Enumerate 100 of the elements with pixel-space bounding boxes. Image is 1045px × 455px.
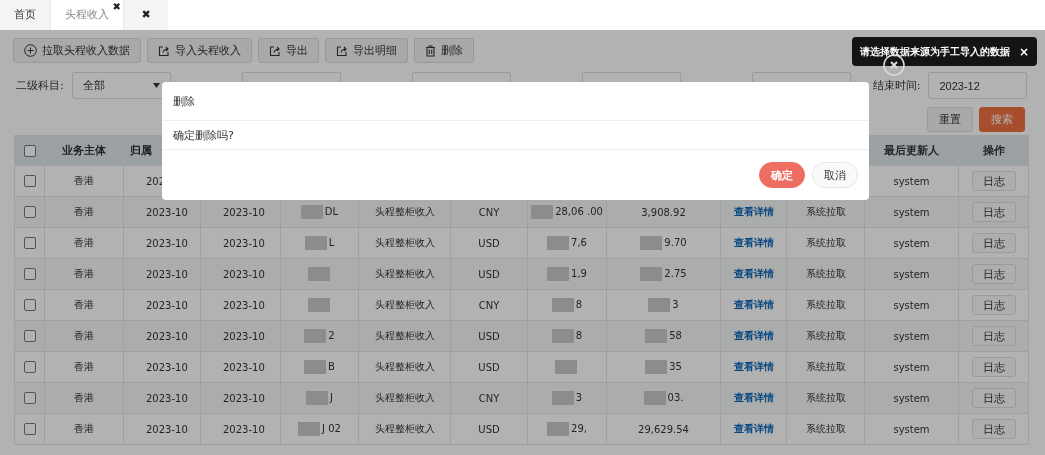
table-cell: 香港	[74, 268, 94, 279]
table-cell: 2023-10	[223, 361, 265, 373]
table-cell: 2023-10	[223, 423, 265, 435]
dialog-title: 删除	[162, 82, 869, 121]
table-cell: CNY	[478, 299, 500, 311]
close-icon[interactable]: ×	[1018, 44, 1029, 59]
checkbox[interactable]	[23, 237, 36, 249]
table-cell: 29,	[571, 423, 587, 434]
table-cell: USD	[478, 237, 500, 249]
table-cell: 2023-10	[223, 330, 265, 342]
trash-icon	[425, 44, 436, 57]
table-cell: 系统拉取	[805, 330, 846, 341]
table-cell: B	[328, 361, 335, 372]
table-cell: 2023-10	[146, 299, 188, 311]
share-icon	[269, 44, 281, 57]
table-cell: 2.75	[664, 268, 687, 279]
redacted-block	[307, 267, 330, 281]
log-button[interactable]: 日志	[971, 357, 1016, 377]
log-button[interactable]: 日志	[971, 264, 1016, 284]
table-cell: 头程整柜收入	[374, 361, 435, 372]
toolbar-button[interactable]: 导出	[258, 38, 319, 63]
table-cell: J	[330, 392, 333, 403]
select-field[interactable]: 全部	[71, 72, 171, 99]
dialog-message: 确定删除吗?	[162, 121, 869, 150]
log-button[interactable]: 日志	[971, 171, 1016, 191]
tab[interactable]: 首页	[0, 0, 51, 30]
table-cell: 香港	[74, 299, 94, 310]
table-cell: 头程整柜收入	[374, 299, 435, 310]
table-cell: 香港	[74, 175, 94, 186]
log-button[interactable]: 日志	[971, 202, 1016, 222]
table-cell: 头程整柜收入	[374, 206, 435, 217]
table-cell: 2023-10	[146, 361, 188, 373]
checkbox[interactable]	[23, 423, 36, 435]
table-cell: 头程整柜收入	[374, 268, 435, 279]
checkbox[interactable]	[23, 392, 36, 404]
table-cell: 香港	[74, 237, 94, 248]
table-cell: 2023-10	[146, 423, 188, 435]
close-tabs-button[interactable]: ✖	[124, 0, 168, 30]
table-cell: 香港	[74, 330, 94, 341]
toolbar-button[interactable]: 删除	[414, 38, 474, 63]
table-cell: 香港	[74, 206, 94, 217]
table-cell: system	[893, 423, 930, 435]
table-cell: 香港	[74, 392, 94, 403]
table-cell: 系统拉取	[805, 237, 846, 248]
checkbox[interactable]	[23, 330, 36, 342]
table-cell: 2	[328, 330, 335, 341]
column-header: 最后更新人	[884, 144, 939, 157]
table-cell: system	[893, 268, 930, 280]
log-button[interactable]: 日志	[971, 326, 1016, 346]
log-button[interactable]: 日志	[971, 388, 1016, 408]
log-button[interactable]: 日志	[971, 295, 1016, 315]
caret-icon	[152, 83, 160, 88]
table-cell: 2023-10	[223, 206, 265, 218]
table-cell: 1,9	[571, 268, 587, 279]
table-cell: 2023-10	[223, 299, 265, 311]
table-cell: L	[328, 237, 335, 248]
table-cell: 系统拉取	[805, 361, 846, 372]
cancel-button[interactable]: 取消	[812, 162, 858, 188]
table-cell: system	[893, 361, 930, 373]
column-header: 业务主体	[62, 144, 106, 157]
checkbox[interactable]	[23, 145, 36, 157]
close-icon[interactable]: ✖	[112, 2, 121, 12]
table-cell: 头程整柜收入	[374, 423, 435, 434]
table-cell: 香港	[74, 361, 94, 372]
field-label: 结束时间:	[872, 78, 921, 93]
checkbox[interactable]	[23, 206, 36, 218]
table-cell: 7,6	[571, 237, 587, 248]
toolbar-button[interactable]: 导出明细	[325, 38, 408, 63]
table-cell: 系统拉取	[805, 206, 846, 217]
reset-button[interactable]: 重置	[927, 107, 973, 132]
table-cell: 3	[575, 392, 583, 403]
table-cell: 头程整柜收入	[374, 392, 435, 403]
table-cell: USD	[478, 330, 500, 342]
checkbox[interactable]	[23, 361, 36, 373]
table-cell: CNY	[478, 206, 500, 218]
checkbox[interactable]	[23, 175, 36, 187]
table-cell: system	[893, 175, 930, 187]
toolbar-button[interactable]: 导入头程收入	[147, 38, 252, 63]
table-cell: system	[893, 330, 930, 342]
redacted-block	[555, 360, 577, 374]
table-cell: 3	[672, 299, 679, 310]
table-cell: DL	[324, 206, 339, 217]
log-button[interactable]: 日志	[971, 233, 1016, 253]
table-cell: J 02	[322, 423, 341, 434]
table-cell: 2023-10	[223, 237, 265, 249]
checkbox[interactable]	[23, 268, 36, 280]
table-cell: 2023-10	[146, 206, 188, 218]
column-header: 操作	[982, 144, 1005, 157]
plus-circle-icon	[24, 44, 37, 57]
table-cell: 9.70	[664, 237, 687, 248]
toolbar-button[interactable]: 拉取头程收入数据	[13, 38, 141, 63]
column-header: 归属	[130, 144, 152, 157]
checkbox[interactable]	[23, 299, 36, 311]
table-cell: 香港	[74, 423, 94, 434]
table-cell: 2023-10	[223, 268, 265, 280]
log-button[interactable]: 日志	[971, 419, 1016, 439]
table-cell: 3,908.92	[641, 206, 686, 218]
input-field[interactable]: 2023-12	[928, 72, 1028, 99]
table-cell: system	[893, 206, 930, 218]
table-cell: USD	[478, 423, 500, 435]
